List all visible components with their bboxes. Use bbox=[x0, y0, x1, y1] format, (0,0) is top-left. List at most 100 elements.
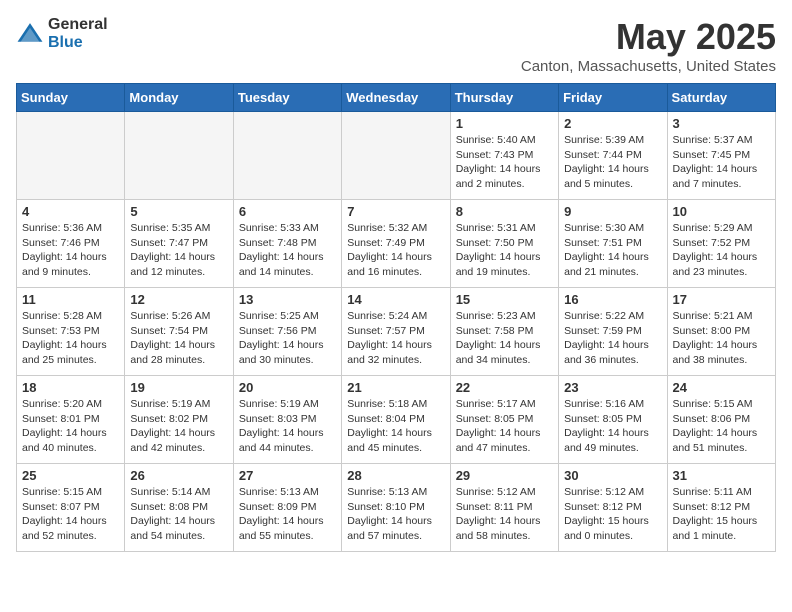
day-cell: 14 Sunrise: 5:24 AM Sunset: 7:57 PM Dayli… bbox=[342, 288, 450, 376]
day-number: 17 bbox=[673, 292, 770, 307]
header-cell-monday: Monday bbox=[125, 84, 233, 112]
day-info: Sunrise: 5:26 AM Sunset: 7:54 PM Dayligh… bbox=[130, 309, 227, 368]
day-info: Sunrise: 5:29 AM Sunset: 7:52 PM Dayligh… bbox=[673, 221, 770, 280]
week-row-2: 4 Sunrise: 5:36 AM Sunset: 7:46 PM Daylig… bbox=[17, 200, 776, 288]
day-cell: 26 Sunrise: 5:14 AM Sunset: 8:08 PM Dayli… bbox=[125, 464, 233, 552]
calendar-table: SundayMondayTuesdayWednesdayThursdayFrid… bbox=[16, 83, 776, 552]
day-number: 2 bbox=[564, 116, 661, 131]
day-info: Sunrise: 5:23 AM Sunset: 7:58 PM Dayligh… bbox=[456, 309, 553, 368]
header-cell-saturday: Saturday bbox=[667, 84, 775, 112]
day-cell: 4 Sunrise: 5:36 AM Sunset: 7:46 PM Daylig… bbox=[17, 200, 125, 288]
day-cell: 6 Sunrise: 5:33 AM Sunset: 7:48 PM Daylig… bbox=[233, 200, 341, 288]
day-number: 29 bbox=[456, 468, 553, 483]
day-info: Sunrise: 5:15 AM Sunset: 8:07 PM Dayligh… bbox=[22, 485, 119, 544]
day-info: Sunrise: 5:14 AM Sunset: 8:08 PM Dayligh… bbox=[130, 485, 227, 544]
week-row-5: 25 Sunrise: 5:15 AM Sunset: 8:07 PM Dayli… bbox=[17, 464, 776, 552]
day-cell: 25 Sunrise: 5:15 AM Sunset: 8:07 PM Dayli… bbox=[17, 464, 125, 552]
day-cell: 31 Sunrise: 5:11 AM Sunset: 8:12 PM Dayli… bbox=[667, 464, 775, 552]
day-cell: 30 Sunrise: 5:12 AM Sunset: 8:12 PM Dayli… bbox=[559, 464, 667, 552]
logo-blue-text: Blue bbox=[48, 34, 108, 52]
day-info: Sunrise: 5:11 AM Sunset: 8:12 PM Dayligh… bbox=[673, 485, 770, 544]
day-cell: 16 Sunrise: 5:22 AM Sunset: 7:59 PM Dayli… bbox=[559, 288, 667, 376]
day-cell: 20Sunrise: 5:19 AM Sunset: 8:03 PM Dayli… bbox=[233, 376, 341, 464]
day-info: Sunrise: 5:21 AM Sunset: 8:00 PM Dayligh… bbox=[673, 309, 770, 368]
day-number: 21 bbox=[347, 380, 444, 395]
day-cell: 21Sunrise: 5:18 AM Sunset: 8:04 PM Dayli… bbox=[342, 376, 450, 464]
day-number: 14 bbox=[347, 292, 444, 307]
day-number: 28 bbox=[347, 468, 444, 483]
day-number: 5 bbox=[130, 204, 227, 219]
day-info: Sunrise: 5:20 AM Sunset: 8:01 PM Dayligh… bbox=[22, 397, 119, 456]
day-info: Sunrise: 5:13 AM Sunset: 8:10 PM Dayligh… bbox=[347, 485, 444, 544]
day-number: 18 bbox=[22, 380, 119, 395]
day-number: 26 bbox=[130, 468, 227, 483]
day-cell: 10 Sunrise: 5:29 AM Sunset: 7:52 PM Dayli… bbox=[667, 200, 775, 288]
day-number: 16 bbox=[564, 292, 661, 307]
day-info: Sunrise: 5:35 AM Sunset: 7:47 PM Dayligh… bbox=[130, 221, 227, 280]
week-row-1: 1Sunrise: 5:40 AM Sunset: 7:43 PM Daylig… bbox=[17, 112, 776, 200]
day-cell: 13 Sunrise: 5:25 AM Sunset: 7:56 PM Dayli… bbox=[233, 288, 341, 376]
day-info: Sunrise: 5:12 AM Sunset: 8:12 PM Dayligh… bbox=[564, 485, 661, 544]
day-number: 9 bbox=[564, 204, 661, 219]
day-cell: 27 Sunrise: 5:13 AM Sunset: 8:09 PM Dayli… bbox=[233, 464, 341, 552]
day-cell: 12 Sunrise: 5:26 AM Sunset: 7:54 PM Dayli… bbox=[125, 288, 233, 376]
header-cell-tuesday: Tuesday bbox=[233, 84, 341, 112]
header-row: SundayMondayTuesdayWednesdayThursdayFrid… bbox=[17, 84, 776, 112]
day-info: Sunrise: 5:31 AM Sunset: 7:50 PM Dayligh… bbox=[456, 221, 553, 280]
header-cell-friday: Friday bbox=[559, 84, 667, 112]
day-info: Sunrise: 5:36 AM Sunset: 7:46 PM Dayligh… bbox=[22, 221, 119, 280]
day-cell: 15Sunrise: 5:23 AM Sunset: 7:58 PM Dayli… bbox=[450, 288, 558, 376]
logo-general-text: General bbox=[48, 16, 108, 34]
day-number: 4 bbox=[22, 204, 119, 219]
day-info: Sunrise: 5:19 AM Sunset: 8:03 PM Dayligh… bbox=[239, 397, 336, 456]
day-number: 27 bbox=[239, 468, 336, 483]
day-number: 31 bbox=[673, 468, 770, 483]
day-info: Sunrise: 5:25 AM Sunset: 7:56 PM Dayligh… bbox=[239, 309, 336, 368]
calendar-subtitle: Canton, Massachusetts, United States bbox=[521, 58, 776, 75]
header-cell-thursday: Thursday bbox=[450, 84, 558, 112]
day-cell: 8 Sunrise: 5:31 AM Sunset: 7:50 PM Daylig… bbox=[450, 200, 558, 288]
day-info: Sunrise: 5:28 AM Sunset: 7:53 PM Dayligh… bbox=[22, 309, 119, 368]
day-cell: 23 Sunrise: 5:16 AM Sunset: 8:05 PM Dayli… bbox=[559, 376, 667, 464]
day-cell bbox=[233, 112, 341, 200]
day-info: Sunrise: 5:33 AM Sunset: 7:48 PM Dayligh… bbox=[239, 221, 336, 280]
day-cell: 17 Sunrise: 5:21 AM Sunset: 8:00 PM Dayli… bbox=[667, 288, 775, 376]
day-info: Sunrise: 5:30 AM Sunset: 7:51 PM Dayligh… bbox=[564, 221, 661, 280]
day-info: Sunrise: 5:19 AM Sunset: 8:02 PM Dayligh… bbox=[130, 397, 227, 456]
day-number: 10 bbox=[673, 204, 770, 219]
day-cell: 24Sunrise: 5:15 AM Sunset: 8:06 PM Dayli… bbox=[667, 376, 775, 464]
day-cell bbox=[342, 112, 450, 200]
day-cell: 18 Sunrise: 5:20 AM Sunset: 8:01 PM Dayli… bbox=[17, 376, 125, 464]
day-number: 8 bbox=[456, 204, 553, 219]
week-row-4: 18 Sunrise: 5:20 AM Sunset: 8:01 PM Dayli… bbox=[17, 376, 776, 464]
day-info: Sunrise: 5:12 AM Sunset: 8:11 PM Dayligh… bbox=[456, 485, 553, 544]
day-number: 24 bbox=[673, 380, 770, 395]
day-cell: 7Sunrise: 5:32 AM Sunset: 7:49 PM Daylig… bbox=[342, 200, 450, 288]
day-cell: 5 Sunrise: 5:35 AM Sunset: 7:47 PM Daylig… bbox=[125, 200, 233, 288]
day-cell: 9 Sunrise: 5:30 AM Sunset: 7:51 PM Daylig… bbox=[559, 200, 667, 288]
day-number: 23 bbox=[564, 380, 661, 395]
day-info: Sunrise: 5:17 AM Sunset: 8:05 PM Dayligh… bbox=[456, 397, 553, 456]
day-number: 6 bbox=[239, 204, 336, 219]
day-cell: 1Sunrise: 5:40 AM Sunset: 7:43 PM Daylig… bbox=[450, 112, 558, 200]
day-number: 12 bbox=[130, 292, 227, 307]
day-info: Sunrise: 5:24 AM Sunset: 7:57 PM Dayligh… bbox=[347, 309, 444, 368]
day-info: Sunrise: 5:37 AM Sunset: 7:45 PM Dayligh… bbox=[673, 133, 770, 192]
day-cell: 2Sunrise: 5:39 AM Sunset: 7:44 PM Daylig… bbox=[559, 112, 667, 200]
day-number: 1 bbox=[456, 116, 553, 131]
logo: General Blue bbox=[16, 16, 108, 51]
day-cell: 28 Sunrise: 5:13 AM Sunset: 8:10 PM Dayli… bbox=[342, 464, 450, 552]
page-header: General Blue May 2025 Canton, Massachuse… bbox=[16, 16, 776, 75]
day-number: 25 bbox=[22, 468, 119, 483]
day-info: Sunrise: 5:16 AM Sunset: 8:05 PM Dayligh… bbox=[564, 397, 661, 456]
day-number: 13 bbox=[239, 292, 336, 307]
logo-icon bbox=[16, 20, 44, 48]
day-cell: 29 Sunrise: 5:12 AM Sunset: 8:11 PM Dayli… bbox=[450, 464, 558, 552]
day-number: 19 bbox=[130, 380, 227, 395]
day-number: 30 bbox=[564, 468, 661, 483]
header-cell-wednesday: Wednesday bbox=[342, 84, 450, 112]
day-cell bbox=[17, 112, 125, 200]
calendar-body: 1Sunrise: 5:40 AM Sunset: 7:43 PM Daylig… bbox=[17, 112, 776, 552]
day-info: Sunrise: 5:22 AM Sunset: 7:59 PM Dayligh… bbox=[564, 309, 661, 368]
day-info: Sunrise: 5:13 AM Sunset: 8:09 PM Dayligh… bbox=[239, 485, 336, 544]
